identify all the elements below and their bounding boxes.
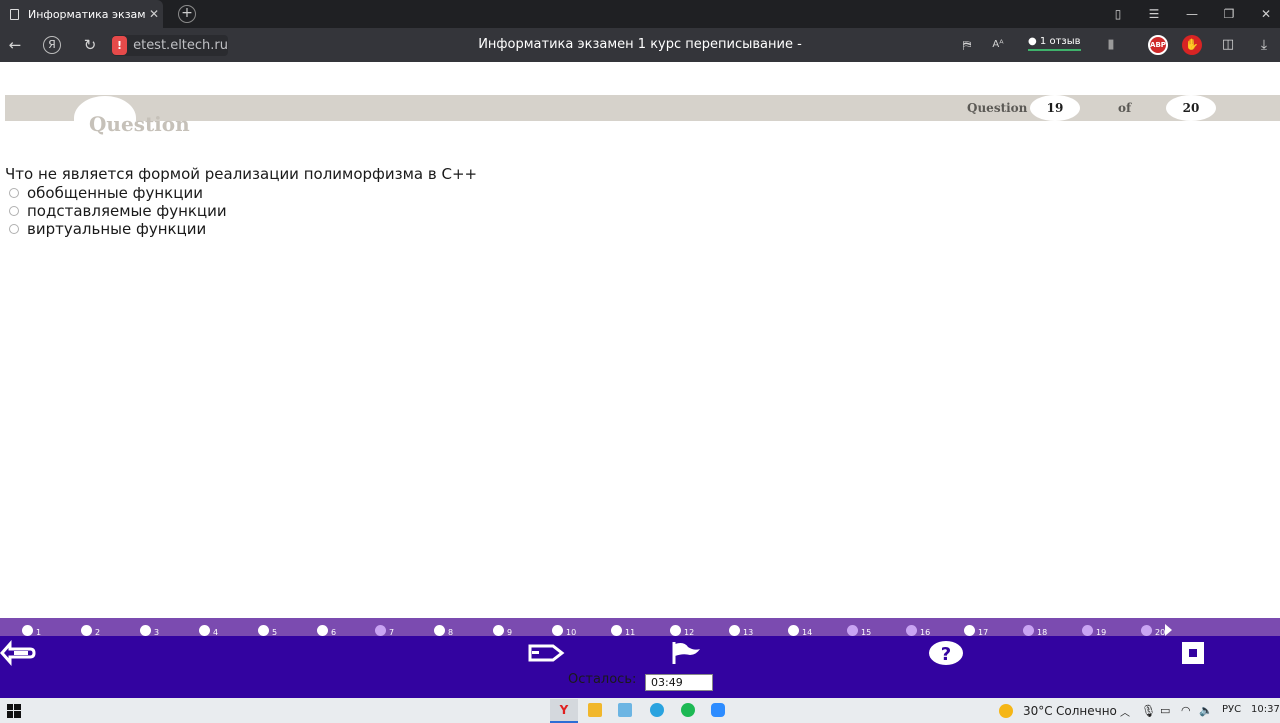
comment-icon: ● (1028, 36, 1037, 47)
menu-icon[interactable]: ☰ (1142, 4, 1166, 24)
download-icon[interactable]: ⤓ (1254, 35, 1274, 55)
radio-button[interactable] (9, 206, 19, 216)
answer-option-label: виртуальные функции (27, 220, 207, 238)
browser-tab[interactable]: Информатика экзамен ✕ (0, 0, 163, 28)
progress-dot-7[interactable] (375, 625, 386, 636)
progress-dot-15[interactable] (847, 625, 858, 636)
protect-hand-icon[interactable]: ✋ (1182, 35, 1202, 55)
address-bar[interactable]: ! etest.eltech.ru (112, 35, 228, 56)
current-question-number: 19 (1030, 95, 1080, 121)
reload-icon[interactable]: ↻ (80, 35, 100, 55)
answer-option-label: подставляемые функции (27, 202, 227, 220)
answer-option-label: обобщенные функции (27, 184, 203, 202)
translate-icon[interactable]: ⛿ (957, 35, 977, 55)
previous-question-icon[interactable] (0, 640, 36, 666)
total-questions-number: 20 (1166, 95, 1216, 121)
progress-dot-1[interactable] (22, 625, 33, 636)
close-tab-icon[interactable]: ✕ (145, 7, 163, 21)
weather-sun-icon[interactable] (999, 704, 1013, 718)
weather-condition: Солнечно (1056, 704, 1117, 718)
radio-button[interactable] (9, 224, 19, 234)
progress-dot-2[interactable] (81, 625, 92, 636)
progress-dot-9[interactable] (493, 625, 504, 636)
svg-text:?: ? (941, 644, 951, 665)
clock[interactable]: 10:37 (1251, 704, 1280, 715)
progress-dot-10[interactable] (552, 625, 563, 636)
browser-tab-bar: Информатика экзамен ✕ + ▯ ☰ — ❐ ✕ (0, 0, 1280, 28)
help-icon[interactable]: ? (928, 640, 964, 666)
windows-start-icon[interactable] (7, 704, 21, 718)
tab-title: Информатика экзамен (28, 7, 145, 21)
app-icon[interactable] (618, 703, 632, 717)
progress-dot-18[interactable] (1023, 625, 1034, 636)
question-logo: Question (89, 112, 190, 136)
answer-option[interactable]: подставляемые функции (9, 202, 227, 220)
progress-dot-8[interactable] (434, 625, 445, 636)
progress-dot-11[interactable] (611, 625, 622, 636)
new-tab-button[interactable]: + (178, 5, 196, 23)
time-remaining-value: 03:49 (645, 674, 713, 691)
browser-toolbar: ← Я ↻ ! etest.eltech.ru Информатика экза… (0, 28, 1280, 62)
progress-dot-6[interactable] (317, 625, 328, 636)
document-icon (10, 8, 19, 20)
minimize-icon[interactable]: — (1180, 4, 1204, 24)
time-remaining-label: Осталось: (568, 672, 637, 687)
progress-dot-20[interactable] (1141, 625, 1152, 636)
yandex-logo-icon[interactable]: Я (43, 36, 61, 54)
quiz-control-bar (0, 636, 1280, 698)
progress-dot-3[interactable] (140, 625, 151, 636)
volume-icon[interactable]: 🔈 (1199, 704, 1213, 717)
battery-icon[interactable]: ▭ (1160, 704, 1170, 717)
flag-question-icon[interactable] (670, 640, 702, 666)
adblock-icon[interactable]: ABP (1148, 35, 1168, 55)
answer-option[interactable]: виртуальные функции (9, 220, 206, 238)
reader-icon[interactable]: Aᴬ (988, 35, 1008, 55)
progress-dot-4[interactable] (199, 625, 210, 636)
file-explorer-icon[interactable] (588, 703, 602, 717)
finish-test-icon[interactable] (1181, 641, 1205, 665)
answer-option[interactable]: обобщенные функции (9, 184, 203, 202)
input-language[interactable]: РУС (1222, 704, 1241, 715)
zoom-icon[interactable] (711, 703, 725, 717)
screen: Информатика экзамен ✕ + ▯ ☰ — ❐ ✕ ← Я ↻ … (0, 0, 1280, 723)
bookmark-icon[interactable]: ▮ (1101, 35, 1121, 55)
spotify-icon[interactable] (681, 703, 695, 717)
collections-icon[interactable]: ◫ (1218, 35, 1238, 55)
window-close-icon[interactable]: ✕ (1254, 4, 1278, 24)
wifi-icon[interactable]: ◠ (1181, 704, 1191, 717)
yandex-browser-icon: Y (559, 703, 569, 717)
progress-dot-16[interactable] (906, 625, 917, 636)
question-header-band (5, 95, 1280, 121)
address-domain: etest.eltech.ru (133, 38, 228, 53)
temperature: 30°C (1023, 704, 1053, 718)
back-arrow-icon[interactable]: ← (5, 35, 25, 55)
question-label: Question (967, 101, 1028, 115)
tab-manager-icon[interactable]: ▯ (1106, 4, 1130, 24)
page-title: Информатика экзамен 1 курс переписывание… (478, 37, 802, 52)
current-question-pointer (1165, 624, 1172, 636)
progress-dot-17[interactable] (964, 625, 975, 636)
yandex-browser-taskbar-button[interactable]: Y (550, 699, 578, 723)
radio-button[interactable] (9, 188, 19, 198)
next-question-icon[interactable] (527, 640, 565, 666)
reviews-label: 1 отзыв (1039, 36, 1081, 47)
reviews-button[interactable]: ● 1 отзыв (1028, 36, 1081, 51)
progress-dot-19[interactable] (1082, 625, 1093, 636)
progress-dot-12[interactable] (670, 625, 681, 636)
warning-icon[interactable]: ! (112, 36, 128, 55)
chevron-up-icon[interactable]: ︿ (1120, 704, 1130, 719)
question-text: Что не является формой реализации полимо… (5, 165, 478, 183)
maximize-icon[interactable]: ❐ (1217, 4, 1241, 24)
progress-dot-5[interactable] (258, 625, 269, 636)
telegram-icon[interactable] (650, 703, 664, 717)
progress-dot-14[interactable] (788, 625, 799, 636)
progress-dot-13[interactable] (729, 625, 740, 636)
of-label: of (1118, 101, 1132, 115)
microphone-icon[interactable]: 🎙 (1141, 704, 1156, 718)
